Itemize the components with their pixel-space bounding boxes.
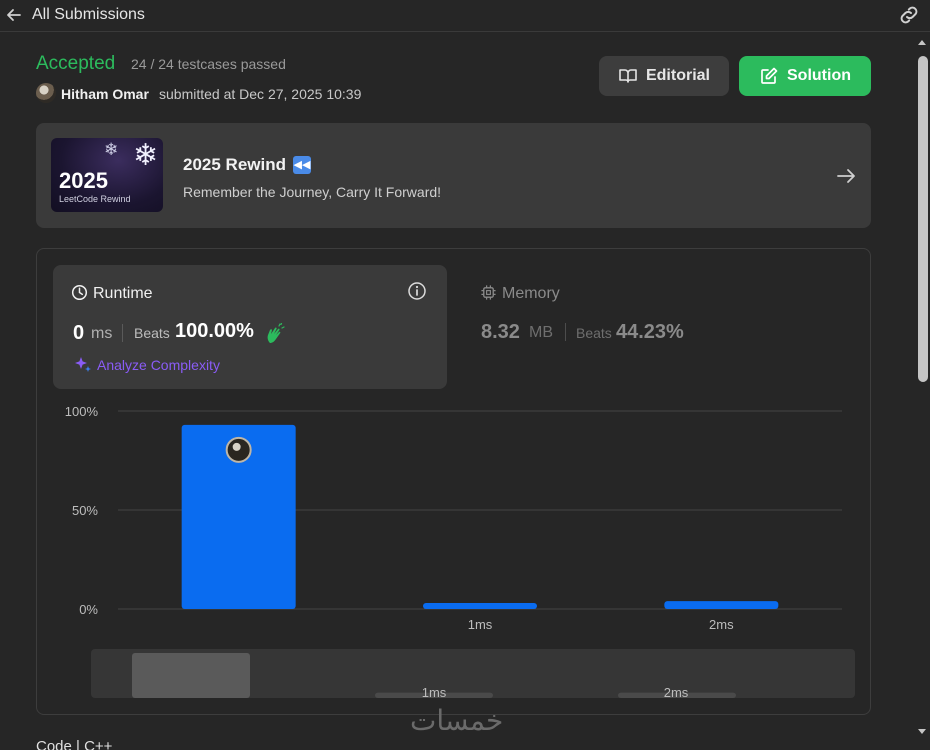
memory-beats-percent: 44.23%	[616, 321, 684, 343]
thumbnail-subtitle: LeetCode Rewind	[59, 194, 131, 204]
memory-value: 8.32	[481, 321, 520, 343]
performance-card: Runtime 0 ms Beats 100.00% Analyze Compl…	[36, 248, 871, 715]
chart-bar[interactable]	[181, 424, 296, 609]
memory-beats-label: Beats	[576, 325, 612, 341]
status-accepted: Accepted	[36, 53, 116, 74]
top-bar: All Submissions	[0, 0, 930, 32]
runtime-panel[interactable]: Runtime 0 ms Beats 100.00% Analyze Compl…	[53, 265, 447, 389]
memory-tab[interactable]: Memory	[502, 285, 560, 303]
rewind-icon: ◀◀	[293, 156, 311, 174]
scrollbar-thumb[interactable]	[918, 56, 928, 382]
analyze-complexity-link[interactable]: Analyze Complexity	[97, 357, 220, 373]
watermark: خمسات	[410, 704, 504, 737]
scroll-down-icon[interactable]	[917, 728, 927, 736]
banner-title: 2025 Rewind	[183, 155, 286, 174]
solution-label: Solution	[787, 67, 851, 84]
avatar[interactable]	[36, 83, 56, 103]
snowflake-icon: ❄	[133, 139, 159, 172]
brush-bar[interactable]	[132, 653, 250, 698]
banner-subtitle: Remember the Journey, Carry It Forward!	[183, 184, 442, 200]
all-submissions-link[interactable]: All Submissions	[32, 6, 145, 24]
rewind-thumbnail: ❄ ❄ 2025 LeetCode Rewind	[51, 138, 163, 212]
info-icon[interactable]	[407, 281, 427, 301]
snowflake-small-icon: ❄	[104, 140, 119, 159]
chart-bar[interactable]	[664, 601, 779, 609]
brush-bar[interactable]	[618, 692, 736, 698]
clap-icon	[267, 323, 285, 343]
scroll-up-icon[interactable]	[917, 38, 927, 46]
editorial-button[interactable]: Editorial	[599, 56, 729, 96]
solution-button[interactable]: Solution	[739, 56, 871, 96]
submission-page: All Submissions Accepted 24 / 24 testcas…	[0, 0, 930, 750]
testcases-passed: 24 / 24 testcases passed	[131, 56, 286, 72]
runtime-beats-percent: 100.00%	[175, 320, 254, 342]
editorial-label: Editorial	[645, 67, 710, 84]
runtime-unit: ms	[91, 325, 113, 342]
cpu-icon	[481, 285, 496, 300]
runtime-label: Runtime	[93, 285, 153, 302]
sparkle-icon	[75, 357, 91, 372]
rewind-banner[interactable]: ❄ ❄ 2025 LeetCode Rewind 2025 Rewind ◀◀ …	[36, 123, 871, 228]
memory-unit: MB	[529, 324, 553, 341]
runtime-beats-label: Beats	[134, 325, 170, 341]
submitted-at: submitted at Dec 27, 2025 10:39	[159, 86, 362, 102]
code-section-label: Code | C++	[36, 738, 113, 750]
memory-divider	[565, 323, 566, 341]
thumbnail-year: 2025	[59, 168, 108, 193]
arrow-left-icon[interactable]	[4, 5, 24, 25]
runtime-value: 0	[73, 322, 85, 344]
book-icon	[619, 69, 637, 83]
chart-bar[interactable]	[423, 603, 537, 609]
link-icon[interactable]	[897, 3, 921, 27]
arrow-right-icon[interactable]	[835, 165, 857, 187]
clock-icon	[71, 284, 88, 301]
brush-bar[interactable]	[375, 692, 493, 698]
runtime-divider	[122, 324, 123, 342]
edit-icon	[761, 67, 778, 84]
submitter-name[interactable]: Hitham Omar	[61, 86, 149, 102]
